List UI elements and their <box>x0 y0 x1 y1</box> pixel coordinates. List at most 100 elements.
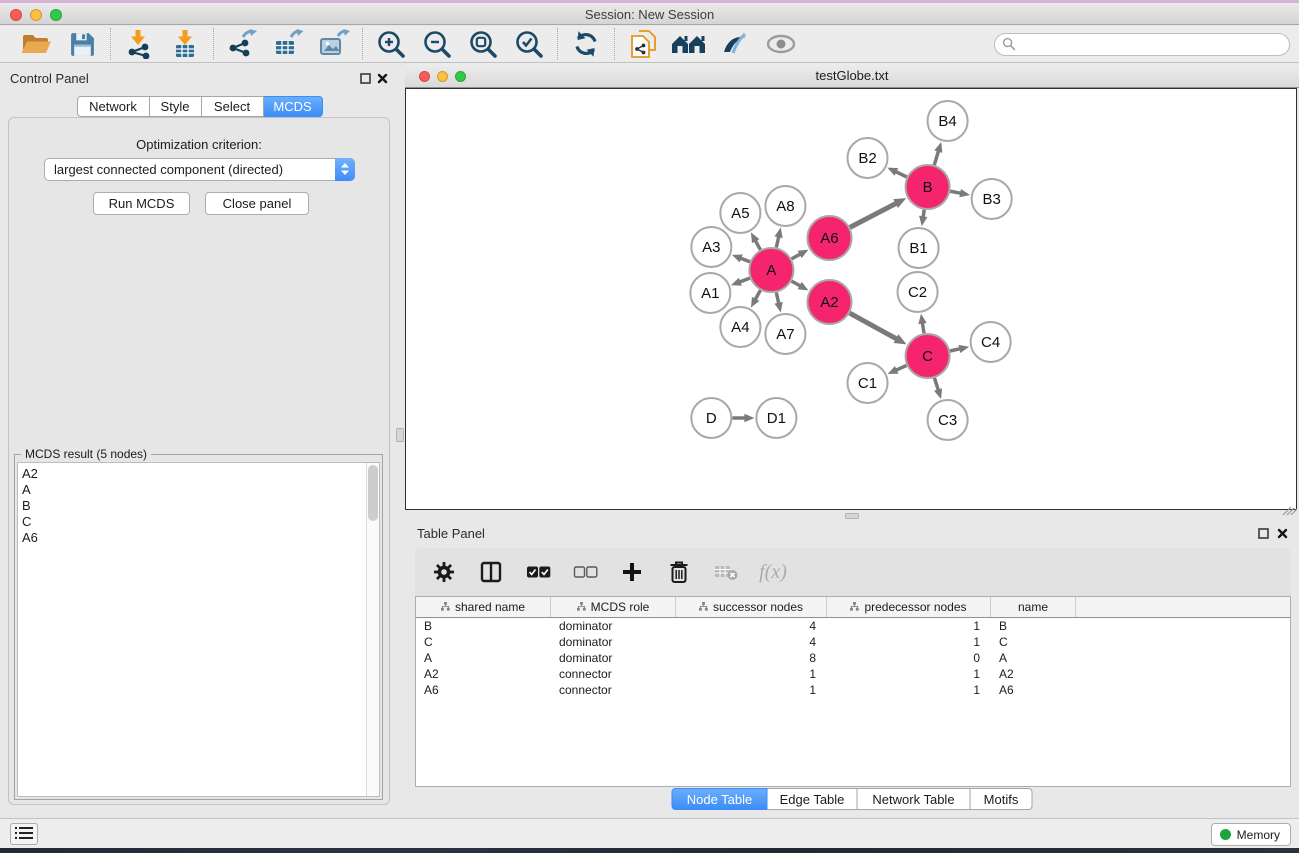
import-network-icon[interactable] <box>122 28 156 60</box>
graph-node-A8[interactable]: A8 <box>765 186 805 226</box>
graph-node-A4[interactable]: A4 <box>720 307 760 347</box>
graph-edge-C-C2[interactable] <box>918 314 926 334</box>
node-table[interactable]: shared nameMCDS rolesuccessor nodesprede… <box>415 596 1291 787</box>
graph-edge-A-A8[interactable] <box>774 227 782 247</box>
deselect-all-icon[interactable] <box>570 556 600 588</box>
gear-icon[interactable] <box>429 556 459 588</box>
graph-node-A7[interactable]: A7 <box>765 314 805 354</box>
graph-node-A6[interactable]: A6 <box>807 216 851 260</box>
table-cell[interactable]: 1 <box>676 667 827 681</box>
graph-node-A1[interactable]: A1 <box>690 273 730 313</box>
tab-edge-table[interactable]: Edge Table <box>768 788 858 810</box>
table-row[interactable]: A2connector11A2 <box>416 666 1290 682</box>
zoom-fit-icon[interactable] <box>466 28 500 60</box>
table-cell[interactable]: C <box>991 635 1076 649</box>
graph-node-A[interactable]: A <box>749 248 793 292</box>
tab-network-table[interactable]: Network Table <box>858 788 971 810</box>
table-cell[interactable]: 1 <box>827 683 991 697</box>
mcds-result-list[interactable]: A2ABCA6 <box>17 462 380 797</box>
mcds-result-item[interactable]: B <box>22 498 379 514</box>
graph-edge-B-B2[interactable] <box>887 168 907 177</box>
table-cell[interactable]: 1 <box>827 635 991 649</box>
graph-node-B2[interactable]: B2 <box>847 138 887 178</box>
tab-network[interactable]: Network <box>77 96 150 117</box>
result-scrollbar[interactable] <box>366 463 379 796</box>
tab-mcds[interactable]: MCDS <box>264 96 323 117</box>
graph-edge-A6-B[interactable] <box>850 198 906 227</box>
table-cell[interactable]: 8 <box>676 651 827 665</box>
graph-node-A5[interactable]: A5 <box>720 193 760 233</box>
graph-node-D1[interactable]: D1 <box>756 398 796 438</box>
graph-edge-A2-C[interactable] <box>850 313 907 344</box>
session-document-icon[interactable] <box>626 28 660 60</box>
float-panel-icon[interactable] <box>359 72 372 85</box>
tab-node-table[interactable]: Node Table <box>672 788 768 810</box>
graph-edge-A-A5[interactable] <box>751 232 761 249</box>
memory-button[interactable]: Memory <box>1211 823 1291 846</box>
table-row[interactable]: Cdominator41C <box>416 634 1290 650</box>
show-hide-eye-icon[interactable] <box>764 28 798 60</box>
column-header-MCDS-role[interactable]: MCDS role <box>551 597 676 617</box>
graph-edge-C-C4[interactable] <box>950 345 969 353</box>
search-input[interactable] <box>994 33 1290 56</box>
table-cell[interactable]: A6 <box>416 683 551 697</box>
graph-edge-B-B4[interactable] <box>934 142 942 165</box>
graph-node-B[interactable]: B <box>906 165 950 209</box>
table-cell[interactable]: A <box>416 651 551 665</box>
column-header-successor-nodes[interactable]: successor nodes <box>676 597 827 617</box>
zoom-out-icon[interactable] <box>420 28 454 60</box>
graph-node-C1[interactable]: C1 <box>847 363 887 403</box>
select-all-icon[interactable] <box>523 556 553 588</box>
table-cell[interactable]: C <box>416 635 551 649</box>
graph-node-A3[interactable]: A3 <box>691 227 731 267</box>
mcds-result-item[interactable]: C <box>22 514 379 530</box>
graph-node-C3[interactable]: C3 <box>928 400 968 440</box>
graph-node-B1[interactable]: B1 <box>899 228 939 268</box>
export-network-icon[interactable] <box>225 28 259 60</box>
zoom-selected-icon[interactable] <box>512 28 546 60</box>
run-mcds-button[interactable]: Run MCDS <box>93 192 190 215</box>
graph-node-C[interactable]: C <box>906 334 950 378</box>
graph-edge-A-A3[interactable] <box>732 255 750 263</box>
open-folder-icon[interactable] <box>19 28 53 60</box>
graph-edge-D-D1[interactable] <box>732 414 754 422</box>
close-panel-button[interactable]: Close panel <box>205 192 309 215</box>
table-cell[interactable]: 1 <box>827 619 991 633</box>
table-cell[interactable]: 0 <box>827 651 991 665</box>
table-row[interactable]: A6connector11A6 <box>416 682 1290 698</box>
tab-style[interactable]: Style <box>150 96 202 117</box>
optimization-criterion-dropdown[interactable]: largest connected component (directed) <box>44 158 355 181</box>
table-cell[interactable]: A6 <box>991 683 1076 697</box>
save-icon[interactable] <box>65 28 99 60</box>
table-row[interactable]: Bdominator41B <box>416 618 1290 634</box>
table-cell[interactable]: A2 <box>991 667 1076 681</box>
columns-icon[interactable] <box>476 556 506 588</box>
network-window-titlebar[interactable]: testGlobe.txt <box>405 63 1299 88</box>
graph-node-C4[interactable]: C4 <box>971 322 1011 362</box>
graph-edge-A-A4[interactable] <box>751 290 761 307</box>
graph-edge-A-A2[interactable] <box>792 281 809 290</box>
table-float-icon[interactable] <box>1257 527 1270 540</box>
graph-edge-B-B3[interactable] <box>950 189 970 197</box>
graph-edge-A-A7[interactable] <box>774 292 782 312</box>
table-cell[interactable]: connector <box>551 683 676 697</box>
graph-node-D[interactable]: D <box>691 398 731 438</box>
task-history-button[interactable] <box>10 823 38 845</box>
zoom-in-icon[interactable] <box>374 28 408 60</box>
graph-node-C2[interactable]: C2 <box>898 272 938 312</box>
table-cell[interactable]: 4 <box>676 635 827 649</box>
graph-edge-A-A1[interactable] <box>731 278 750 286</box>
tab-motifs[interactable]: Motifs <box>971 788 1033 810</box>
mcds-result-item[interactable]: A <box>22 482 379 498</box>
splitpane-handle-vertical[interactable] <box>396 428 404 442</box>
table-cell[interactable]: dominator <box>551 635 676 649</box>
delete-icon[interactable] <box>664 556 694 588</box>
table-cell[interactable]: 1 <box>827 667 991 681</box>
graph-node-B4[interactable]: B4 <box>928 101 968 141</box>
table-cell[interactable]: connector <box>551 667 676 681</box>
column-header-name[interactable]: name <box>991 597 1076 617</box>
table-cell[interactable]: B <box>991 619 1076 633</box>
table-cell[interactable]: 1 <box>676 683 827 697</box>
export-image-icon[interactable] <box>317 28 351 60</box>
table-cell[interactable]: B <box>416 619 551 633</box>
